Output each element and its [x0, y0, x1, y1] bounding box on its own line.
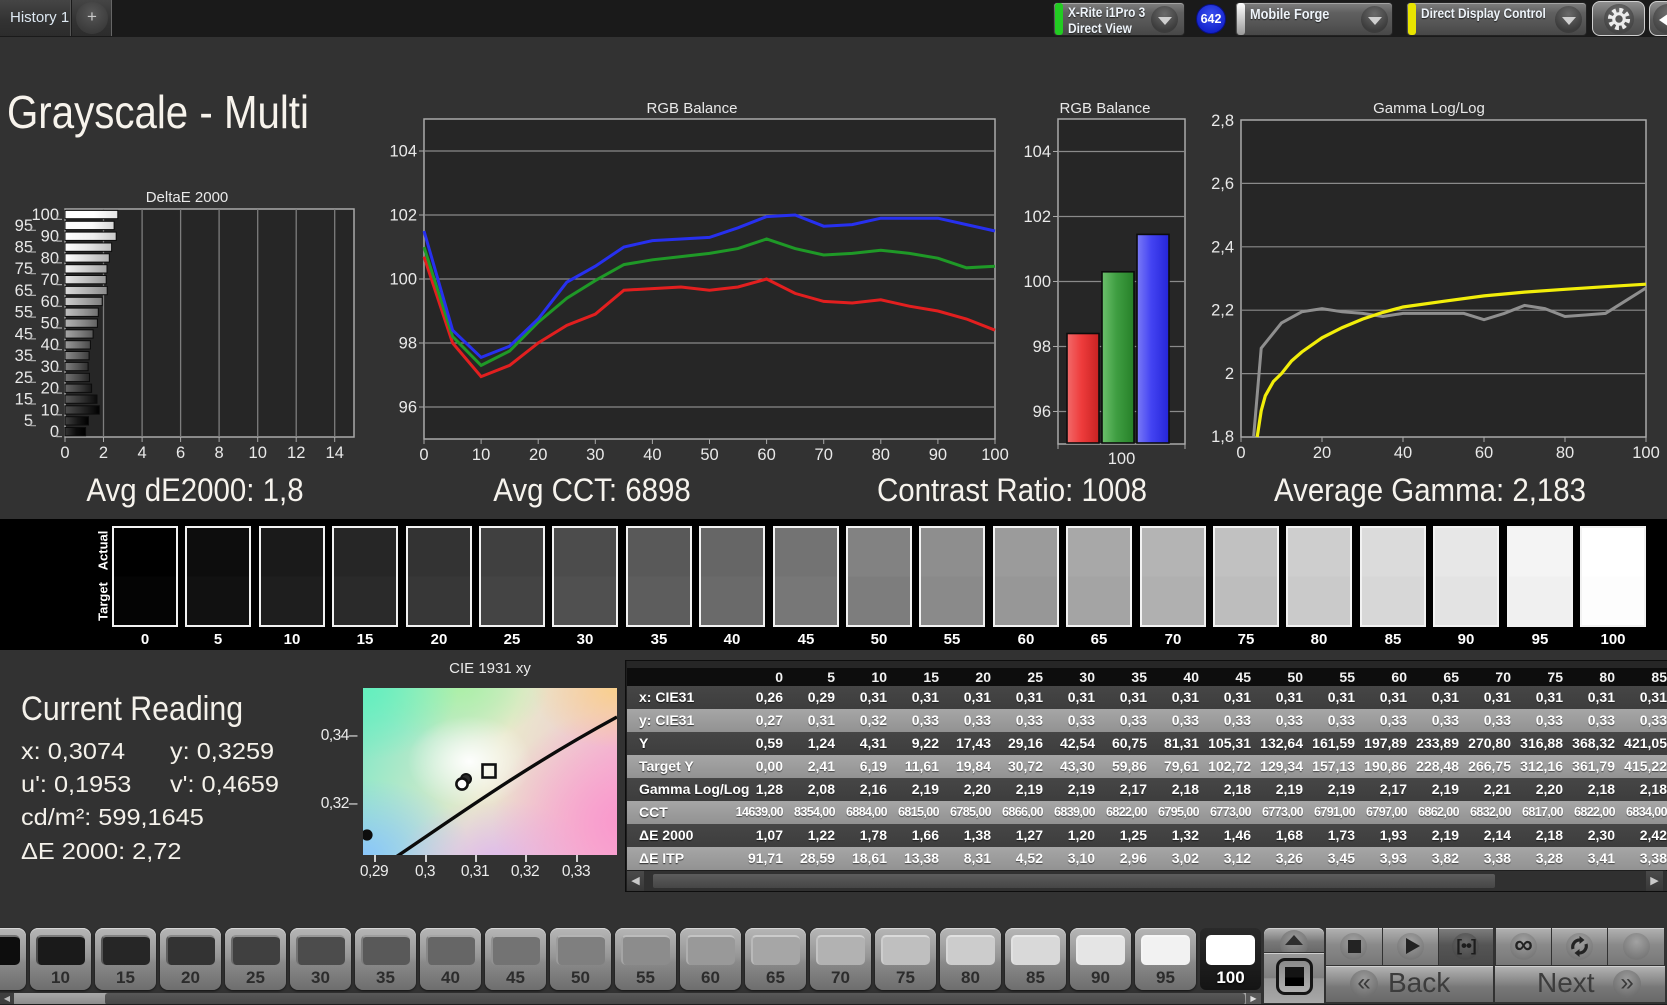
svg-text:40: 40 — [41, 336, 59, 354]
svg-text:25: 25 — [15, 369, 33, 387]
svg-text:50: 50 — [41, 315, 59, 333]
svg-text:30: 30 — [586, 446, 604, 464]
svg-text:40: 40 — [1394, 444, 1412, 462]
svg-text:95: 95 — [15, 217, 33, 235]
svg-text:30: 30 — [41, 358, 59, 376]
svg-text:8: 8 — [215, 444, 224, 462]
svg-text:60: 60 — [757, 446, 775, 464]
svg-text:RGB Balance: RGB Balance — [647, 100, 738, 117]
svg-text:75: 75 — [15, 260, 33, 278]
svg-text:0: 0 — [50, 423, 59, 441]
svg-text:2: 2 — [1225, 365, 1234, 383]
svg-text:10: 10 — [249, 444, 267, 462]
svg-text:14: 14 — [326, 444, 344, 462]
svg-text:4: 4 — [138, 444, 147, 462]
svg-text:80: 80 — [41, 249, 59, 267]
svg-text:90: 90 — [929, 446, 947, 464]
svg-text:80: 80 — [872, 446, 890, 464]
svg-text:35: 35 — [15, 347, 33, 365]
svg-text:100: 100 — [31, 206, 59, 224]
svg-text:50: 50 — [700, 446, 718, 464]
svg-text:20: 20 — [529, 446, 547, 464]
svg-text:80: 80 — [1556, 444, 1574, 462]
svg-text:100: 100 — [981, 446, 1009, 464]
svg-text:2,4: 2,4 — [1211, 238, 1234, 256]
svg-text:102: 102 — [1023, 208, 1051, 226]
svg-text:40: 40 — [643, 446, 661, 464]
svg-text:1,8: 1,8 — [1211, 428, 1234, 446]
svg-text:65: 65 — [15, 282, 33, 300]
svg-text:2: 2 — [99, 444, 108, 462]
svg-text:6: 6 — [176, 444, 185, 462]
svg-text:Gamma Log/Log: Gamma Log/Log — [1373, 100, 1485, 117]
svg-text:2,6: 2,6 — [1211, 175, 1234, 193]
svg-text:70: 70 — [41, 271, 59, 289]
svg-text:RGB Balance: RGB Balance — [1060, 100, 1151, 117]
svg-text:85: 85 — [15, 239, 33, 257]
svg-text:12: 12 — [287, 444, 305, 462]
svg-text:96: 96 — [399, 399, 417, 417]
svg-text:55: 55 — [15, 304, 33, 322]
svg-text:15: 15 — [15, 391, 33, 409]
svg-text:96: 96 — [1033, 403, 1051, 421]
svg-text:DeltaE 2000: DeltaE 2000 — [146, 189, 229, 206]
svg-text:60: 60 — [1475, 444, 1493, 462]
svg-text:20: 20 — [1313, 444, 1331, 462]
svg-text:100: 100 — [389, 271, 417, 289]
svg-text:60: 60 — [41, 293, 59, 311]
svg-text:2,2: 2,2 — [1211, 302, 1234, 320]
svg-text:2,8: 2,8 — [1211, 112, 1234, 130]
svg-text:98: 98 — [1033, 338, 1051, 356]
svg-text:100: 100 — [1023, 273, 1051, 291]
svg-text:90: 90 — [41, 228, 59, 246]
svg-text:10: 10 — [41, 401, 59, 419]
svg-text:102: 102 — [389, 207, 417, 225]
svg-text:70: 70 — [815, 446, 833, 464]
svg-text:104: 104 — [1023, 143, 1051, 161]
svg-text:20: 20 — [41, 380, 59, 398]
svg-text:104: 104 — [389, 143, 417, 161]
svg-text:0: 0 — [1236, 444, 1245, 462]
svg-text:45: 45 — [15, 325, 33, 343]
svg-text:5: 5 — [24, 412, 33, 430]
svg-text:100: 100 — [1108, 450, 1136, 468]
svg-text:10: 10 — [472, 446, 490, 464]
svg-text:0: 0 — [419, 446, 428, 464]
svg-text:98: 98 — [399, 335, 417, 353]
svg-text:100: 100 — [1632, 444, 1660, 462]
svg-text:0: 0 — [60, 444, 69, 462]
